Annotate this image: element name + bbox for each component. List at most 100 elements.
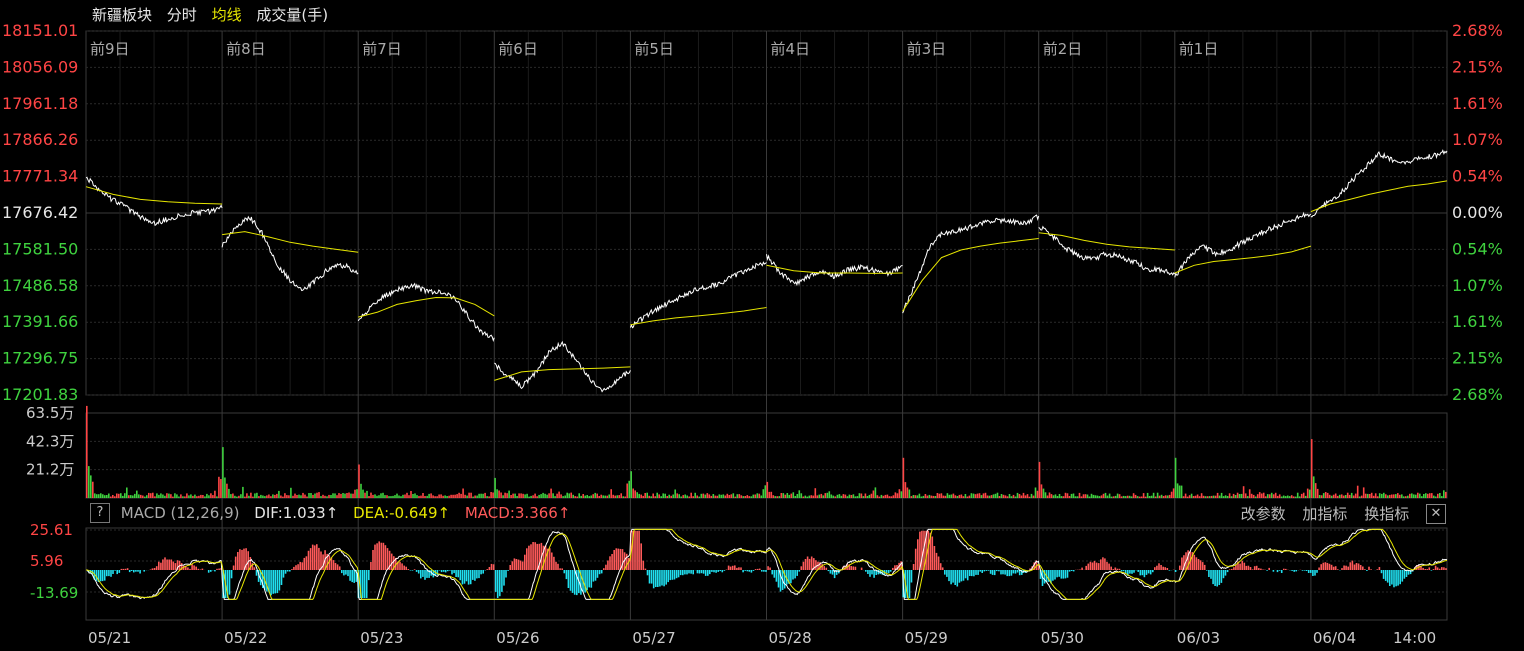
volume-bar	[548, 493, 550, 498]
volume-bar	[1182, 496, 1185, 498]
volume-bar	[250, 492, 252, 498]
volume-bar	[644, 493, 646, 498]
volume-bar	[556, 493, 558, 498]
volume-bar	[326, 496, 328, 498]
volume-bar	[508, 490, 510, 498]
close-icon[interactable]: ✕	[1426, 503, 1446, 524]
volume-bar	[182, 496, 184, 498]
day-label: 前4日	[771, 40, 811, 58]
volume-bar	[1210, 495, 1213, 498]
volume-bar	[680, 496, 682, 498]
volume-bar	[846, 496, 849, 498]
volume-bar	[1298, 496, 1301, 498]
volume-bar	[1370, 492, 1373, 498]
volume-bar	[1024, 495, 1027, 498]
volume-bar	[1407, 495, 1409, 498]
volume-bar	[1202, 495, 1205, 498]
volume-bar	[1421, 496, 1423, 498]
volume-bar	[806, 496, 809, 498]
volume-bar	[90, 475, 92, 498]
volume-bar	[1268, 494, 1271, 498]
volume-bar	[1026, 494, 1029, 498]
volume-bar	[116, 493, 118, 498]
volume-bar	[942, 495, 945, 498]
volume-bar	[1048, 492, 1051, 498]
volume-bar	[940, 493, 943, 498]
volume-bar	[1336, 495, 1339, 498]
volume-bar	[1084, 494, 1087, 498]
volume-bar	[1002, 494, 1005, 498]
volume-bar	[1086, 494, 1089, 498]
volume-bar	[300, 495, 302, 498]
volume-bar	[772, 495, 775, 498]
day-label: 前5日	[634, 40, 674, 58]
volume-bar	[546, 494, 548, 498]
volume-bar	[438, 494, 440, 498]
volume-bar	[850, 495, 853, 498]
volume-bar	[1108, 493, 1111, 498]
volume-bar	[738, 494, 741, 498]
volume-bar	[964, 494, 967, 498]
volume-bar	[832, 495, 835, 498]
volume-bar	[754, 494, 757, 498]
volume-bar	[368, 496, 370, 498]
volume-bar	[408, 495, 410, 498]
volume-bar	[1272, 494, 1275, 498]
volume-bar	[510, 495, 512, 498]
volume-bar	[1252, 494, 1255, 498]
volume-bar	[1212, 495, 1215, 498]
volume-bar	[1038, 461, 1041, 498]
volume-bar	[444, 495, 446, 498]
switch-indicator-button[interactable]: 换指标	[1364, 505, 1409, 523]
volume-bar	[808, 495, 811, 498]
volume-bar	[406, 492, 408, 498]
help-button[interactable]: ?	[90, 503, 110, 523]
volume-bar	[168, 493, 170, 498]
volume-bar	[524, 494, 526, 498]
volume-bar	[382, 492, 384, 498]
volume-bar	[748, 496, 751, 498]
volume-bar	[504, 492, 506, 498]
volume-bar	[1118, 494, 1121, 498]
volume-bar	[266, 495, 268, 498]
volume-bar	[1284, 496, 1287, 498]
volume-bar	[764, 485, 767, 498]
volume-bar	[1184, 493, 1187, 498]
change-params-button[interactable]: 改参数	[1241, 505, 1286, 523]
volume-bar	[130, 495, 132, 498]
add-indicator-button[interactable]: 加指标	[1302, 505, 1347, 523]
volume-bar	[1160, 494, 1163, 498]
volume-bar	[884, 494, 887, 498]
volume-bar	[334, 493, 336, 498]
price-tick-label: 18151.01	[2, 21, 78, 40]
pct-tick-label: 2.15%	[1452, 57, 1503, 76]
volume-bar	[178, 496, 180, 498]
volume-bar	[1378, 493, 1381, 498]
volume-bar	[1076, 496, 1079, 498]
volume-bar	[430, 493, 432, 498]
volume-bar	[684, 494, 686, 498]
volume-bar	[492, 492, 494, 498]
volume-bar	[144, 496, 146, 498]
volume-bar	[718, 494, 721, 498]
volume-bar	[1308, 489, 1311, 498]
volume-bar	[154, 496, 156, 498]
volume-bar	[974, 494, 977, 498]
volume-bar	[830, 494, 833, 498]
volume-bar	[1102, 493, 1105, 498]
volume-bar	[1264, 496, 1267, 498]
volume-bar	[820, 493, 823, 498]
volume-bar	[606, 495, 608, 498]
volume-bar	[1433, 495, 1435, 498]
volume-bar	[1411, 493, 1413, 498]
volume-bar	[1290, 495, 1293, 498]
volume-bar	[186, 493, 188, 498]
volume-bar	[360, 483, 362, 498]
volume-bar	[1324, 492, 1327, 498]
volume-bar	[464, 494, 466, 498]
volume-bar	[128, 495, 130, 498]
volume-bar	[1334, 493, 1337, 498]
volume-bar	[1040, 484, 1043, 498]
volume-bar	[678, 494, 680, 498]
volume-bar	[700, 493, 703, 498]
